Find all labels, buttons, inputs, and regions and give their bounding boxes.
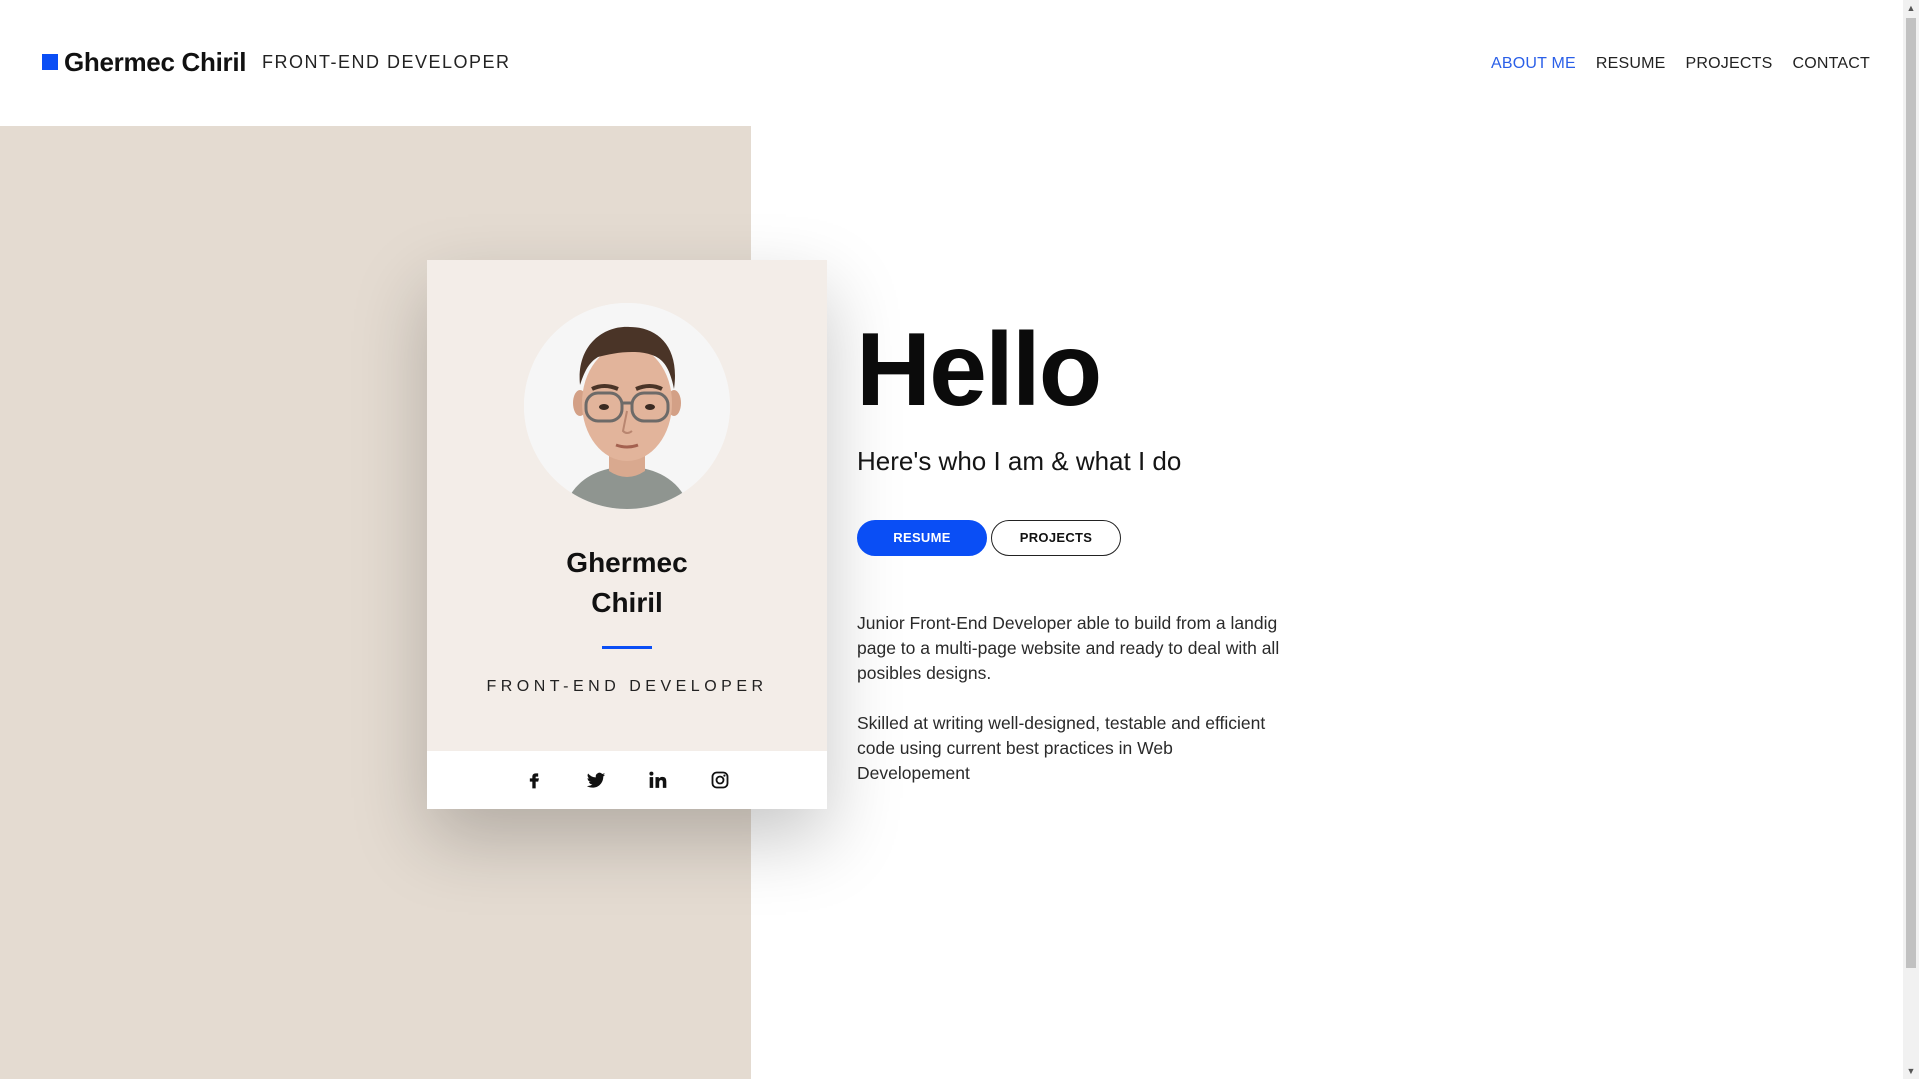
profile-card-name: Ghermec Chiril <box>427 543 827 623</box>
social-links <box>427 751 827 809</box>
profile-card-role: FRONT-END DEVELOPER <box>486 678 768 695</box>
scroll-down-arrow-icon[interactable]: ▼ <box>1903 1063 1919 1079</box>
nav-item-resume[interactable]: RESUME <box>1596 55 1666 73</box>
hello-heading: Hello <box>856 312 1102 428</box>
avatar-portrait-image <box>524 303 730 509</box>
hero-subtitle: Here's who I am & what I do <box>857 446 1182 476</box>
site-logo-name[interactable]: Ghermec Chiril <box>64 47 247 78</box>
profile-first-name: Ghermec <box>566 547 688 578</box>
resume-button[interactable]: RESUME <box>857 520 987 556</box>
card-divider <box>602 646 652 649</box>
site-header: Ghermec Chiril FRONT-END DEVELOPER ABOUT… <box>0 0 1903 126</box>
profile-card: Ghermec Chiril FRONT-END DEVELOPER <box>427 260 827 809</box>
page-scrollbar[interactable]: ▲ ▼ <box>1903 0 1919 1079</box>
profile-card-body: Ghermec Chiril FRONT-END DEVELOPER <box>427 260 827 751</box>
intro-paragraph: Junior Front-End Developer able to build… <box>857 613 1280 683</box>
nav-item-about-me[interactable]: ABOUT ME <box>1491 55 1576 73</box>
linkedin-icon[interactable] <box>627 751 689 809</box>
site-logo-role: FRONT-END DEVELOPER <box>262 52 511 72</box>
instagram-icon[interactable] <box>689 751 751 809</box>
skills-paragraph: Skilled at writing well-designed, testab… <box>857 713 1266 783</box>
scrollbar-thumb[interactable] <box>1906 18 1916 968</box>
nav-item-contact[interactable]: CONTACT <box>1792 55 1870 73</box>
profile-last-name: Chiril <box>591 587 663 618</box>
twitter-icon[interactable] <box>565 751 627 809</box>
nav-item-projects[interactable]: PROJECTS <box>1686 55 1773 73</box>
scroll-up-arrow-icon[interactable]: ▲ <box>1903 0 1919 16</box>
facebook-icon[interactable] <box>503 751 565 809</box>
projects-button[interactable]: PROJECTS <box>991 520 1121 556</box>
logo-square-icon <box>42 54 58 70</box>
main-nav: ABOUT ME RESUME PROJECTS CONTACT <box>1491 55 1870 73</box>
avatar <box>524 303 730 509</box>
